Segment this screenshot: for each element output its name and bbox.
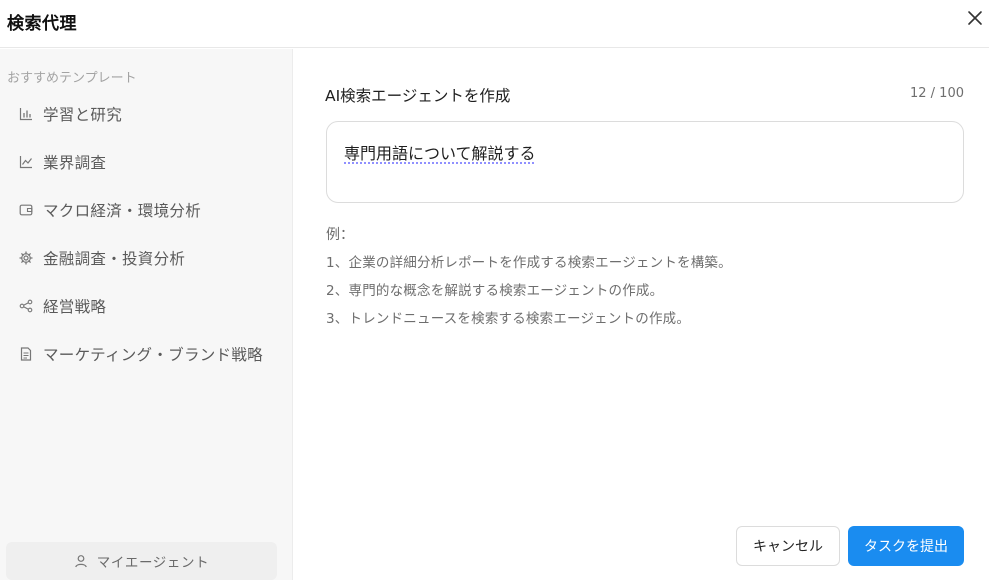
sidebar-item-label: 金融調査・投資分析 — [43, 250, 186, 268]
dialog-title: 検索代理 — [7, 14, 77, 34]
input-value: 専門用語について解説する — [344, 144, 536, 163]
sidebar-item-label: 業界調査 — [43, 154, 107, 172]
template-list: 学習と研究 業界調査 マクロ経済・環境分析 金融調査・投資分析 経営戦略 マーケ… — [0, 90, 293, 378]
search-agent-dialog: 検索代理 おすすめテンプレート 学習と研究 業界調査 マクロ経済・環境分析 金融… — [0, 0, 989, 580]
document-icon — [19, 347, 33, 361]
examples-section: 例： 1、企業の詳細分析レポートを作成する検索エージェントを構築。 2、専門的な… — [326, 225, 966, 337]
dialog-header: 検索代理 — [0, 0, 989, 48]
my-agent-label: マイエージェント — [96, 555, 210, 571]
bar-chart-icon — [19, 107, 33, 121]
sidebar-item-learning-research[interactable]: 学習と研究 — [0, 90, 293, 138]
gear-icon — [19, 251, 33, 265]
form-label: AI検索エージェントを作成 — [325, 87, 511, 105]
example-line: 3、トレンドニュースを検索する検索エージェントの作成。 — [326, 311, 691, 327]
submit-task-button[interactable]: タスクを提出 — [848, 526, 964, 566]
share-icon — [19, 299, 33, 313]
user-icon — [74, 554, 88, 568]
sidebar-item-label: マーケティング・ブランド戦略 — [43, 346, 263, 364]
char-count: 12 / 100 — [910, 86, 964, 101]
sidebar-item-label: 学習と研究 — [43, 106, 123, 124]
examples-heading: 例： — [326, 227, 354, 243]
sidebar-item-business-strategy[interactable]: 経営戦略 — [0, 282, 293, 330]
main-panel: AI検索エージェントを作成 12 / 100 専門用語について解説する 例： 1… — [294, 49, 989, 580]
wallet-icon — [19, 203, 33, 217]
agent-description-input[interactable]: 専門用語について解説する — [326, 121, 964, 203]
cancel-button[interactable]: キャンセル — [736, 526, 840, 566]
sidebar-item-label: 経営戦略 — [43, 298, 107, 316]
my-agent-button[interactable]: マイエージェント — [6, 542, 277, 580]
sidebar-heading: おすすめテンプレート — [7, 71, 137, 86]
line-chart-icon — [19, 155, 33, 169]
sidebar-item-label: マクロ経済・環境分析 — [43, 202, 202, 220]
sidebar-item-macro-economy[interactable]: マクロ経済・環境分析 — [0, 186, 293, 234]
close-icon[interactable] — [965, 8, 985, 28]
sidebar-item-financial-investment[interactable]: 金融調査・投資分析 — [0, 234, 293, 282]
example-line: 2、専門的な概念を解説する検索エージェントの作成。 — [326, 283, 664, 299]
example-line: 1、企業の詳細分析レポートを作成する検索エージェントを構築。 — [326, 255, 732, 271]
sidebar-item-marketing-brand[interactable]: マーケティング・ブランド戦略 — [0, 330, 293, 378]
sidebar-item-industry-research[interactable]: 業界調査 — [0, 138, 293, 186]
template-sidebar: おすすめテンプレート 学習と研究 業界調査 マクロ経済・環境分析 金融調査・投資… — [0, 49, 293, 580]
